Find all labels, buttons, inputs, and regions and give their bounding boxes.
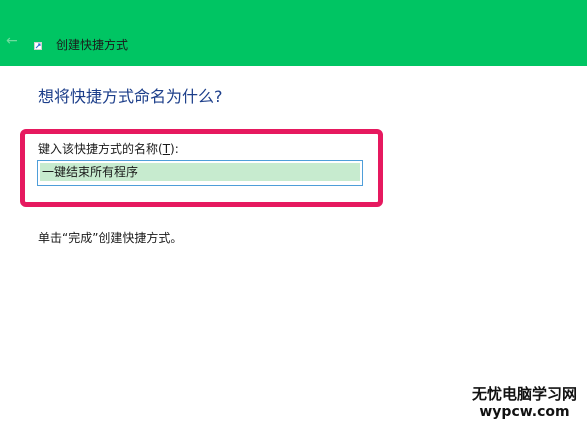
page-heading: 想将快捷方式命名为什么? — [38, 87, 223, 106]
title-bar: ← 创建快捷方式 — [0, 0, 587, 66]
watermark: 无忧电脑学习网 wypcw.com — [472, 385, 577, 421]
watermark-name: 无忧电脑学习网 — [472, 385, 578, 403]
label-access-key: T — [162, 142, 171, 156]
shortcut-icon — [34, 42, 42, 50]
shortcut-name-label: 键入该快捷方式的名称(T): — [38, 142, 179, 156]
label-text: 键入该快捷方式的名称( — [38, 142, 163, 156]
back-arrow-icon[interactable]: ← — [6, 34, 20, 48]
shortcut-name-input[interactable]: 一键结束所有程序 — [37, 160, 363, 186]
shortcut-name-value: 一键结束所有程序 — [40, 163, 360, 181]
window-title: 创建快捷方式 — [56, 38, 129, 52]
create-shortcut-window: ← 创建快捷方式 想将快捷方式命名为什么? 键入该快捷方式的名称(T): 一键结… — [0, 0, 587, 430]
label-suffix: ): — [170, 142, 179, 156]
finish-hint: 单击“完成”创建快捷方式。 — [38, 231, 183, 245]
watermark-url: wypcw.com — [479, 404, 570, 420]
